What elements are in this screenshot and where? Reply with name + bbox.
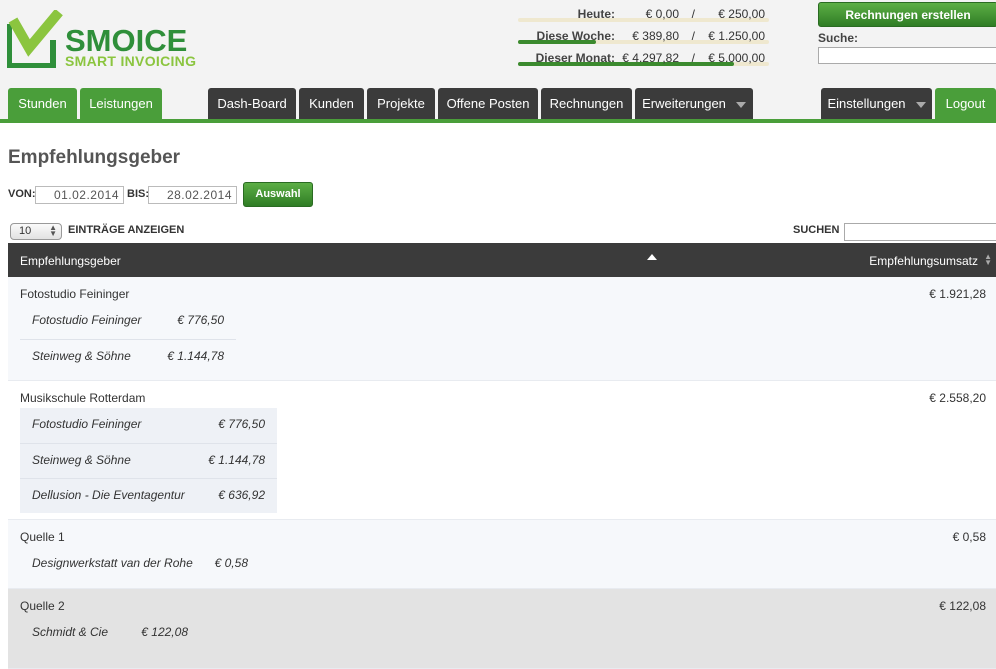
table-row: Fotostudio Feininger € 1.921,28 Fotostud…	[8, 277, 996, 381]
referral-value: € 0,58	[214, 556, 248, 570]
referral-item: Steinweg & Söhne € 1.144,78	[20, 339, 236, 374]
stat-label: Diese Woche:	[536, 29, 615, 43]
referrer-total: € 2.558,20	[929, 391, 986, 405]
nav-divider	[0, 119, 996, 123]
referral-item: Schmidt & Cie € 122,08	[20, 616, 200, 651]
referral-list: Fotostudio Feininger € 776,50 Steinweg &…	[20, 304, 236, 374]
stat-separator: /	[691, 29, 695, 43]
referral-item: Dellusion - Die Eventagentur € 636,92	[20, 478, 277, 513]
tab-projekte[interactable]: Projekte	[367, 88, 435, 119]
referrer-name: Quelle 1	[20, 530, 65, 544]
referral-value: € 122,08	[141, 625, 188, 639]
global-search-input[interactable]	[818, 47, 996, 64]
main-nav: Stunden Leistungen Dash-Board Kunden Pro…	[0, 88, 996, 122]
stat-value: € 389,80	[632, 29, 679, 43]
from-date-input[interactable]: 01.02.2014	[35, 186, 124, 204]
referral-item: Fotostudio Feininger € 776,50	[20, 304, 236, 339]
table-body: Fotostudio Feininger € 1.921,28 Fotostud…	[8, 277, 996, 669]
tab-einstellungen[interactable]: Einstellungen	[821, 88, 932, 119]
stat-value: € 0,00	[645, 7, 679, 21]
referral-item: Designwerkstatt van der Rohe € 0,58	[20, 547, 260, 582]
brand-tagline: SMART INVOICING	[65, 53, 197, 69]
page-title: Empfehlungsgeber	[8, 147, 181, 168]
stat-goal: € 5.000,00	[708, 51, 765, 65]
page-size-value: 10	[19, 225, 32, 237]
tab-leistungen[interactable]: Leistungen	[80, 88, 162, 119]
referrer-name: Musikschule Rotterdam	[20, 391, 146, 405]
chevron-down-icon	[735, 101, 746, 108]
tab-kunden[interactable]: Kunden	[299, 88, 364, 119]
column-header-empfehlungsumsatz[interactable]: Empfehlungsumsatz	[869, 254, 978, 268]
table-search-label: SUCHEN	[793, 224, 840, 236]
sort-ascending-icon[interactable]	[647, 254, 657, 260]
stat-label: Dieser Monat:	[535, 51, 615, 65]
to-label: BIS:	[127, 188, 149, 200]
logo-check-icon	[7, 10, 63, 68]
stat-week: Diese Woche: € 389,80 / € 1.250,00	[517, 22, 769, 44]
referral-list: Fotostudio Feininger € 776,50 Steinweg &…	[20, 408, 277, 513]
stat-today: Heute: € 0,00 / € 250,00	[517, 0, 769, 22]
stat-goal: € 1.250,00	[708, 29, 765, 43]
referral-value: € 776,50	[218, 417, 265, 431]
referrer-total: € 122,08	[939, 599, 986, 613]
stat-label: Heute:	[577, 7, 615, 21]
logout-button[interactable]: Logout	[935, 88, 996, 119]
revenue-stats: Heute: € 0,00 / € 250,00 Diese Woche: € …	[517, 0, 769, 66]
smoice-logo[interactable]: SMOICE SMART INVOICING	[7, 10, 217, 70]
page-size-label: EINTRÄGE ANZEIGEN	[68, 224, 185, 236]
referral-customer: Dellusion - Die Eventagentur	[32, 488, 185, 502]
referrer-total: € 0,58	[952, 530, 986, 544]
apply-filter-button[interactable]: Auswahl	[243, 182, 313, 207]
referrer-name: Fotostudio Feininger	[20, 287, 130, 301]
tab-erweiterungen-label: Erweiterungen	[642, 96, 726, 111]
brand-name: SMOICE	[65, 23, 188, 58]
referral-list: Designwerkstatt van der Rohe € 0,58	[20, 547, 260, 582]
column-header-empfehlungsgeber[interactable]: Empfehlungsgeber	[20, 254, 121, 268]
sort-both-icon[interactable]: ▲ ▼	[984, 253, 992, 267]
from-label: VON:	[8, 188, 36, 200]
table-row: Quelle 2 € 122,08 Schmidt & Cie € 122,08	[8, 589, 996, 669]
table-row: Musikschule Rotterdam € 2.558,20 Fotostu…	[8, 381, 996, 520]
referral-value: € 636,92	[218, 488, 265, 502]
chevron-down-icon	[915, 101, 926, 108]
stat-separator: /	[691, 7, 695, 21]
referral-value: € 776,50	[177, 313, 224, 327]
table-header: Empfehlungsgeber Empfehlungsumsatz ▲ ▼	[8, 243, 996, 277]
referrer-name: Quelle 2	[20, 599, 65, 613]
tab-stunden[interactable]: Stunden	[8, 88, 77, 119]
stat-goal: € 250,00	[718, 7, 765, 21]
page-size-select[interactable]: 10 ▲ ▼	[10, 223, 62, 240]
stat-month: Dieser Monat: € 4.297,82 / € 5.000,00	[517, 44, 769, 66]
referral-value: € 1.144,78	[208, 453, 265, 467]
referral-customer: Fotostudio Feininger	[32, 313, 142, 327]
to-date-input[interactable]: 28.02.2014	[148, 186, 237, 204]
tab-einstellungen-label: Einstellungen	[827, 96, 906, 111]
referral-customer: Schmidt & Cie	[32, 625, 109, 639]
referral-customer: Steinweg & Söhne	[32, 453, 131, 467]
referrer-total: € 1.921,28	[929, 287, 986, 301]
stat-separator: /	[691, 51, 695, 65]
referral-list: Schmidt & Cie € 122,08	[20, 616, 200, 651]
create-invoices-button[interactable]: Rechnungen erstellen	[818, 2, 996, 27]
stat-value: € 4.297,82	[622, 51, 679, 65]
referral-customer: Steinweg & Söhne	[32, 349, 131, 363]
select-arrows-icon: ▲ ▼	[49, 223, 57, 238]
tab-rechnungen[interactable]: Rechnungen	[541, 88, 632, 119]
table-row: Quelle 1 € 0,58 Designwerkstatt van der …	[8, 520, 996, 589]
app-header: SMOICE SMART INVOICING Heute: € 0,00 / €…	[0, 0, 996, 123]
referral-customer: Designwerkstatt van der Rohe	[32, 556, 193, 570]
tab-erweiterungen[interactable]: Erweiterungen	[635, 88, 753, 119]
tab-offene-posten[interactable]: Offene Posten	[438, 88, 538, 119]
referral-value: € 1.144,78	[167, 349, 224, 363]
tab-dashboard[interactable]: Dash-Board	[208, 88, 296, 119]
referral-item: Fotostudio Feininger € 776,50	[20, 408, 277, 443]
referral-item: Steinweg & Söhne € 1.144,78	[20, 443, 277, 478]
table-search-input[interactable]	[844, 223, 996, 241]
global-search-label: Suche:	[818, 31, 859, 45]
referral-customer: Fotostudio Feininger	[32, 417, 142, 431]
